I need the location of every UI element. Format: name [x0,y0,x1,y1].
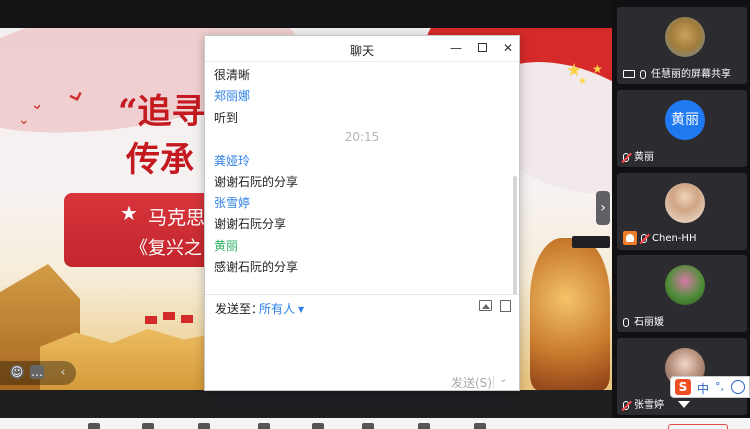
ime-language-toggle[interactable]: 中 [697,380,709,397]
screen-share-icon [623,70,635,78]
ime-emoji-icon[interactable] [731,380,745,394]
camera-icon [623,231,637,245]
recipient-dropdown[interactable]: 所有人 ▼ [259,300,304,317]
send-separator [493,376,494,388]
bottom-toolbar [0,418,750,429]
file-icon[interactable] [500,300,511,312]
mic-icon [623,317,629,327]
video-toolbar-icon[interactable] [142,423,154,429]
mic-muted-icon [623,152,629,162]
participant-tile[interactable]: 黄丽 黄丽 [617,90,747,167]
participant-tile[interactable]: 任慧丽的屏幕共享 [617,7,747,84]
chat-toolbar-icon[interactable] [312,423,324,429]
record-toolbar-icon[interactable] [362,423,374,429]
chat-bubble-icon[interactable]: … [30,365,44,379]
avatar [665,183,705,223]
participant-panel: 任慧丽的屏幕共享 黄丽 黄丽 Chen-HH 石丽媛 张雪婷 [612,0,750,418]
chat-message: 谢谢石阮分享 [214,217,287,231]
participant-name: 任慧丽的屏幕共享 [651,69,731,80]
chat-message: 谢谢石阮的分享 [214,175,299,189]
ime-logo-icon[interactable]: S [675,379,691,395]
caret-down-icon[interactable] [678,401,690,408]
participant-name-row: 石丽媛 [623,313,664,328]
slide-title-line1: “追寻 [118,92,206,132]
participant-name-row: 张雪婷 [623,396,664,411]
participant-name-row: 黄丽 [623,148,654,163]
avatar [665,265,705,305]
members-toolbar-icon[interactable] [258,423,270,429]
chat-message: 听到 [214,111,239,125]
minimize-icon[interactable]: — [449,41,463,55]
chat-window: 聊天 — ✕ 很清晰 郑丽娜 听到 20:15 龚娅玲 谢谢石阮的分享 张雪婷 … [204,35,520,391]
avatar: 黄丽 [665,100,705,140]
slide-title-line2: 传承 [126,140,194,180]
chat-divider [205,294,519,295]
chat-input[interactable] [211,316,511,366]
slide-decor-lion [530,238,610,390]
avatar-initials: 黄丽 [665,100,705,140]
slide-decor-flags [145,310,205,330]
mic-icon [640,69,646,79]
chat-message: 很清晰 [214,68,251,82]
caret-down-icon: ▼ [298,305,305,314]
close-icon[interactable]: ✕ [501,41,515,55]
participant-name-row: 任慧丽的屏幕共享 [623,65,731,80]
participant-name: 黄丽 [634,152,654,163]
star-icon: ★ [592,62,603,76]
chat-sender: 郑丽娜 [214,89,251,103]
participant-name: Chen-HH [652,233,697,244]
chat-titlebar[interactable]: 聊天 — ✕ [205,36,519,62]
chat-sender: 黄丽 [214,239,239,253]
settings-toolbar-icon[interactable] [474,423,486,429]
banner-star-icon: ★ [120,201,138,225]
mic-muted-icon [641,233,647,243]
apps-toolbar-icon[interactable] [418,423,430,429]
participant-tile[interactable]: 石丽媛 [617,255,747,332]
chat-sender: 龚娅玲 [214,154,251,168]
chat-sender: 张雪婷 [214,196,251,210]
chat-timestamp: 20:15 [344,130,380,144]
mini-controls[interactable] [572,236,610,248]
panel-toggle-chevron-icon[interactable]: › [596,191,610,225]
chat-message-list[interactable]: 很清晰 郑丽娜 听到 20:15 龚娅玲 谢谢石阮的分享 张雪婷 谢谢石阮分享 … [205,62,519,294]
mic-muted-icon [623,400,629,410]
maximize-icon[interactable] [475,41,489,55]
ime-toolbar[interactable]: S 中 °, [670,376,750,398]
chat-scrollbar[interactable] [513,176,517,294]
image-icon[interactable] [479,300,492,311]
chat-title: 聊天 [349,44,374,58]
participant-name: 张雪婷 [634,400,664,411]
chevron-left-icon[interactable]: ‹ [56,365,70,379]
recipient-value: 所有人 [259,302,296,316]
mic-toolbar-icon[interactable] [88,423,100,429]
emoji-icon[interactable]: ☺ [10,365,24,379]
participant-tile[interactable]: Chen-HH [617,173,747,250]
avatar [665,17,705,57]
send-button[interactable]: 发送(S) [451,374,492,391]
ime-punctuation-toggle[interactable]: °, [715,380,724,393]
end-meeting-button[interactable] [668,424,728,429]
slide-overlay-toolbar: ☺ … ‹ [0,361,76,385]
share-toolbar-icon[interactable] [198,423,210,429]
chat-message: 感谢石阮的分享 [214,260,299,274]
send-to-label: 发送至： [215,302,264,316]
star-icon: ★ [578,76,587,87]
chevron-down-icon[interactable]: ⌄ [499,374,507,385]
dove-icon: ⌄ [18,112,30,128]
participant-name: 石丽媛 [634,317,664,328]
participant-name-row: Chen-HH [623,231,696,245]
